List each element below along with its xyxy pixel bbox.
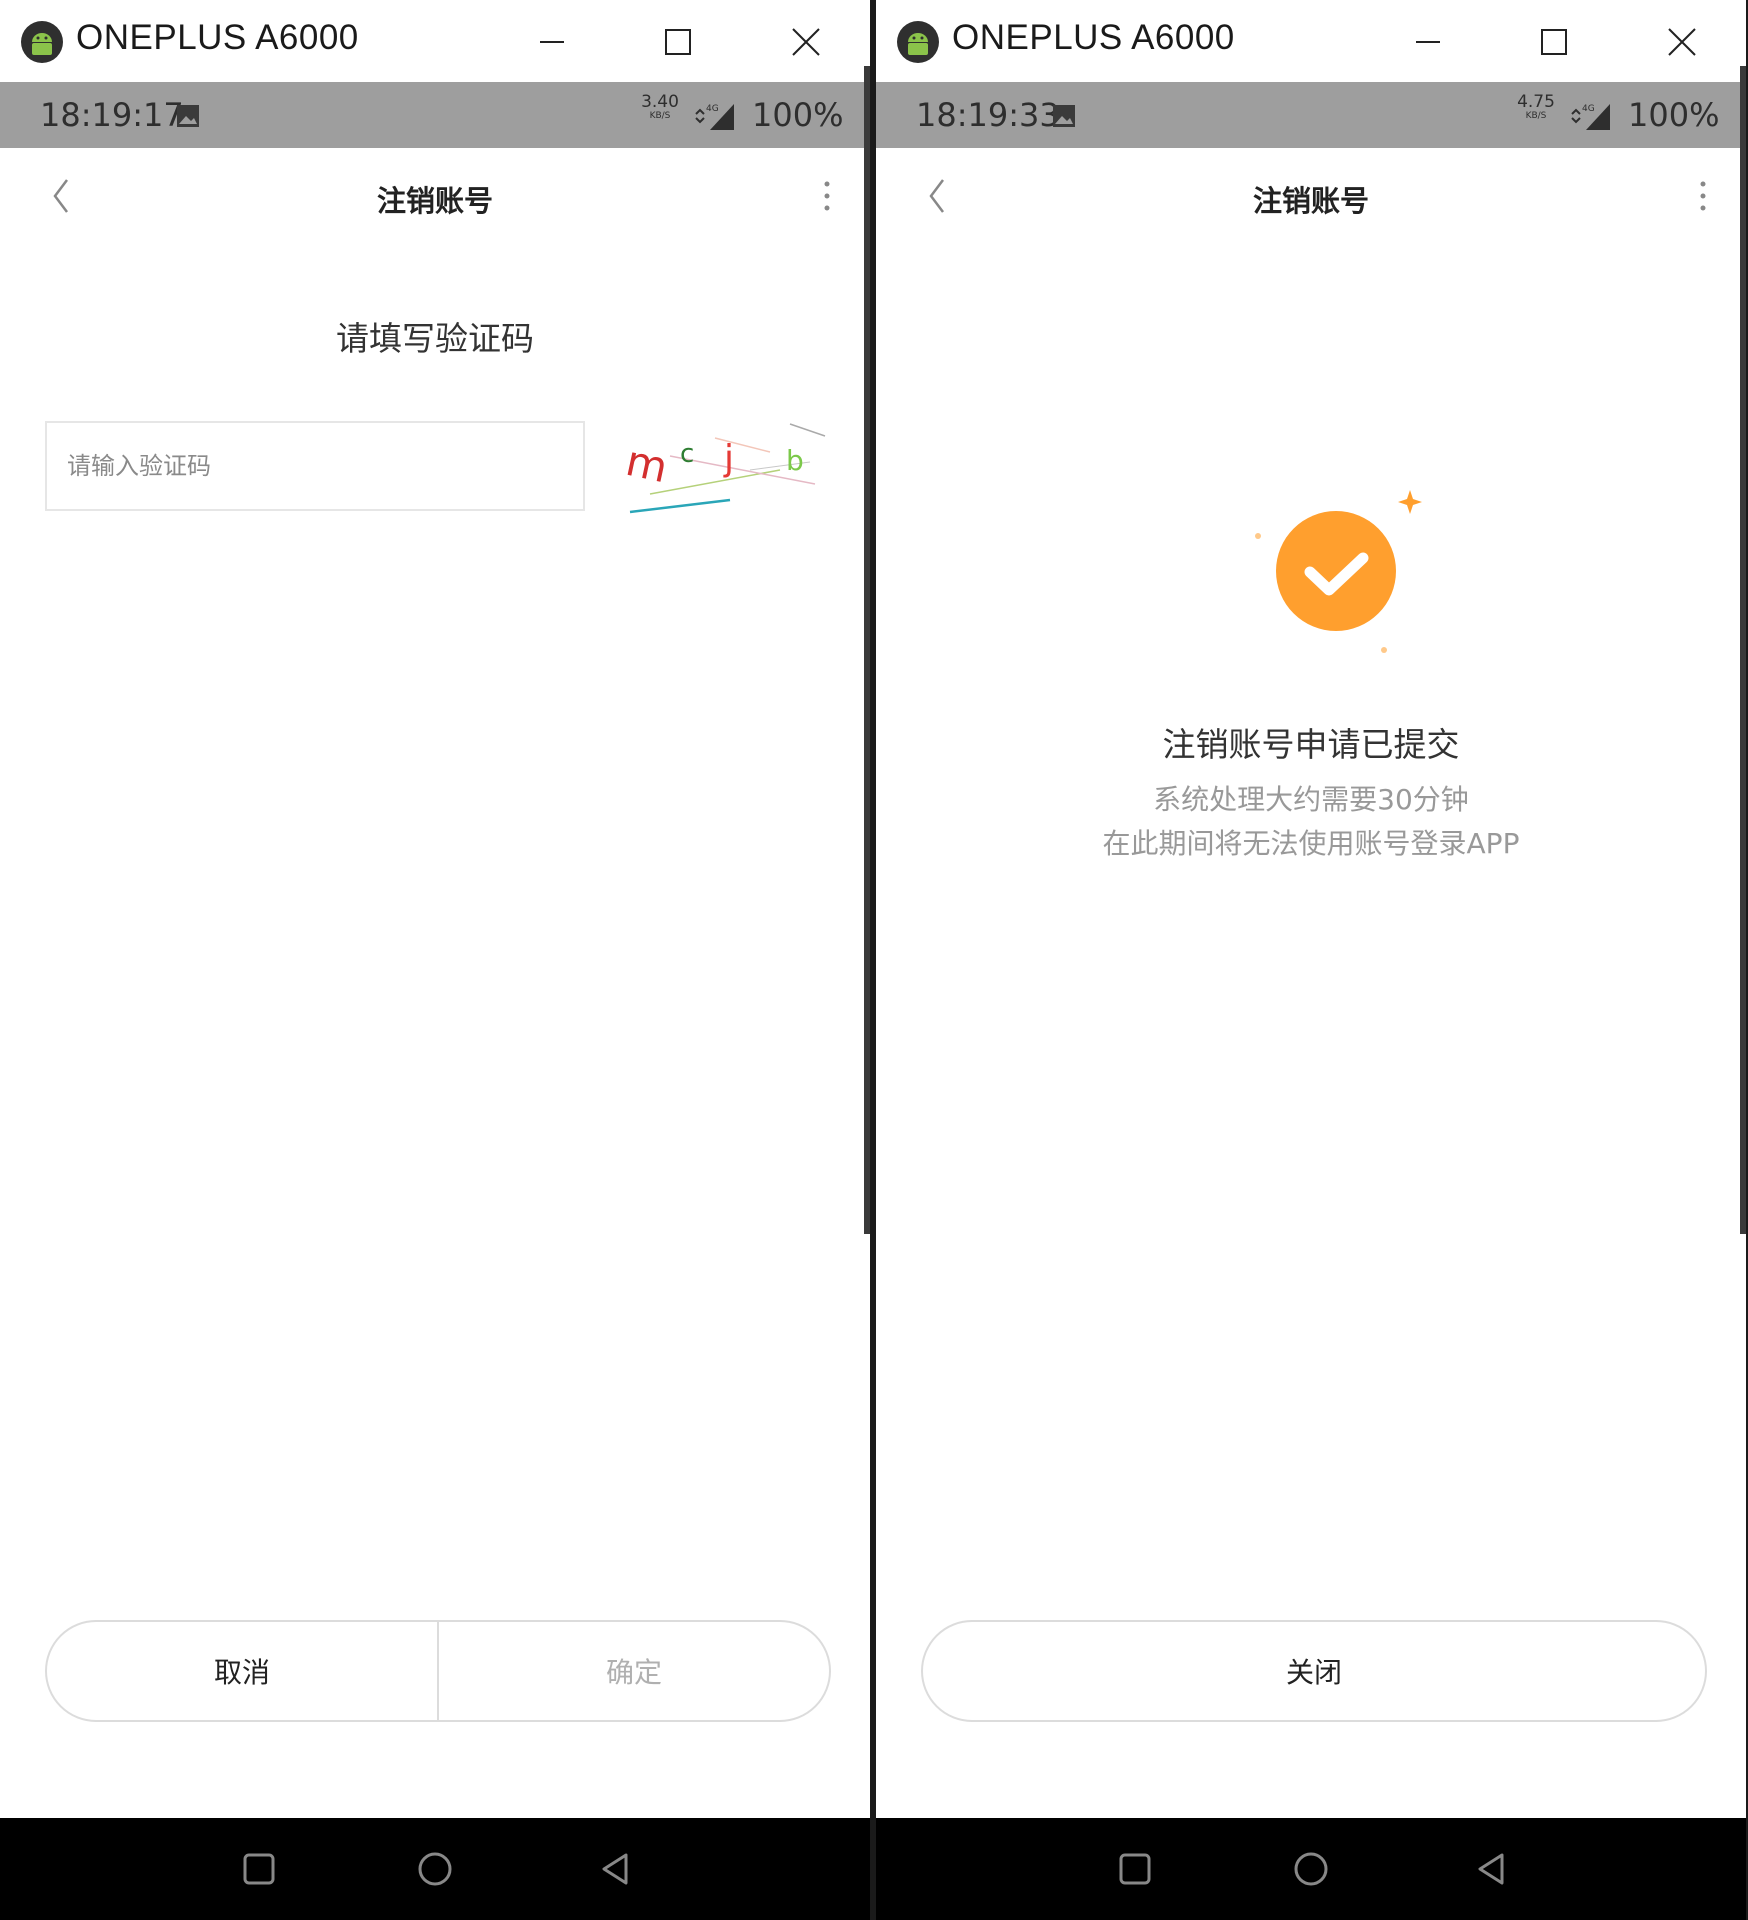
window-title: ONEPLUS A6000 <box>952 18 1235 57</box>
minimize-button[interactable] <box>522 14 582 70</box>
success-subtitle-line1: 系统处理大约需要30分钟 <box>1153 783 1469 816</box>
network-speed-unit: KB/S <box>649 111 671 121</box>
captcha-char: j <box>723 438 734 479</box>
image-notification-icon <box>177 105 199 127</box>
status-bar: 18:19:17 3.40 KB/S 4G 100% <box>0 82 870 148</box>
signal-4g-icon: 4G <box>695 104 734 130</box>
window-edge <box>864 66 870 1234</box>
window-title: ONEPLUS A6000 <box>76 18 359 57</box>
image-notification-icon <box>1053 105 1075 127</box>
cancel-button[interactable]: 取消 <box>47 1622 437 1720</box>
network-speed: 4.75 KB/S <box>1516 94 1556 121</box>
window-titlebar[interactable]: ONEPLUS A6000 <box>0 0 870 82</box>
more-vertical-icon <box>824 181 830 211</box>
close-window-button[interactable] <box>776 14 836 70</box>
signal-4g-icon: 4G <box>1571 104 1610 130</box>
page-title: 注销账号 <box>376 184 493 218</box>
status-time: 18:19:17 <box>40 96 184 134</box>
maximize-icon <box>665 29 691 55</box>
network-speed: 3.40 KB/S <box>640 94 680 121</box>
nav-recents-button[interactable] <box>234 1844 284 1894</box>
status-time: 18:19:33 <box>916 96 1060 134</box>
network-speed-unit: KB/S <box>1525 111 1547 121</box>
battery-level: 100% <box>752 96 844 134</box>
dialog-button-group: 取消 确定 <box>45 1620 831 1722</box>
page-title: 注销账号 <box>1252 184 1369 218</box>
network-type-text: 4G <box>1582 104 1595 114</box>
nav-recents-button[interactable] <box>1110 1844 1160 1894</box>
close-button[interactable]: 关闭 <box>921 1620 1707 1722</box>
confirm-button[interactable]: 确定 <box>437 1622 829 1720</box>
captcha-heading: 请填写验证码 <box>336 319 534 358</box>
close-icon <box>1668 28 1696 56</box>
android-nav-bar <box>876 1818 1746 1920</box>
status-bar: 18:19:33 4.75 KB/S 4G 100% <box>876 82 1746 148</box>
square-icon <box>243 1853 275 1885</box>
captcha-char: c <box>680 439 694 469</box>
circle-icon <box>1294 1852 1328 1886</box>
android-nav-bar <box>0 1818 870 1920</box>
captcha-input[interactable] <box>45 421 585 511</box>
window-edge <box>1740 66 1746 1234</box>
check-circle-icon <box>1255 490 1422 653</box>
network-speed-value: 4.75 <box>1517 92 1555 112</box>
triangle-back-icon <box>1478 1853 1504 1885</box>
minimize-icon <box>540 41 564 43</box>
nav-home-button[interactable] <box>410 1844 460 1894</box>
emulator-window-right: ONEPLUS A6000 18:19:33 4.75 KB/S 4G 100% <box>876 0 1746 1920</box>
nav-back-button[interactable] <box>1466 1844 1516 1894</box>
window-titlebar[interactable]: ONEPLUS A6000 <box>876 0 1746 82</box>
close-icon <box>792 28 820 56</box>
more-options-button[interactable] <box>812 174 842 218</box>
battery-level: 100% <box>1628 96 1720 134</box>
square-icon <box>1119 1853 1151 1885</box>
success-title: 注销账号申请已提交 <box>1162 725 1460 764</box>
maximize-button[interactable] <box>648 14 708 70</box>
minimize-button[interactable] <box>1398 14 1458 70</box>
nav-back-button[interactable] <box>590 1844 640 1894</box>
captcha-char: b <box>786 444 804 477</box>
app-bar: 注销账号 <box>876 148 1746 244</box>
more-options-button[interactable] <box>1688 174 1718 218</box>
more-vertical-icon <box>1700 181 1706 211</box>
emulator-window-left: ONEPLUS A6000 18:19:17 3.40 KB/S 4G 100% <box>0 0 870 1920</box>
captcha-image[interactable]: m c j b <box>620 412 830 522</box>
captcha-char: m <box>622 436 672 492</box>
app-bar: 注销账号 <box>0 148 870 244</box>
network-type-text: 4G <box>706 104 719 114</box>
android-icon <box>21 21 63 63</box>
minimize-icon <box>1416 41 1440 43</box>
nav-home-button[interactable] <box>1286 1844 1336 1894</box>
maximize-icon <box>1541 29 1567 55</box>
success-subtitle-line2: 在此期间将无法使用账号登录APP <box>1102 827 1520 860</box>
maximize-button[interactable] <box>1524 14 1584 70</box>
close-window-button[interactable] <box>1652 14 1712 70</box>
triangle-back-icon <box>602 1853 628 1885</box>
android-icon <box>897 21 939 63</box>
network-speed-value: 3.40 <box>641 92 679 112</box>
circle-icon <box>418 1852 452 1886</box>
